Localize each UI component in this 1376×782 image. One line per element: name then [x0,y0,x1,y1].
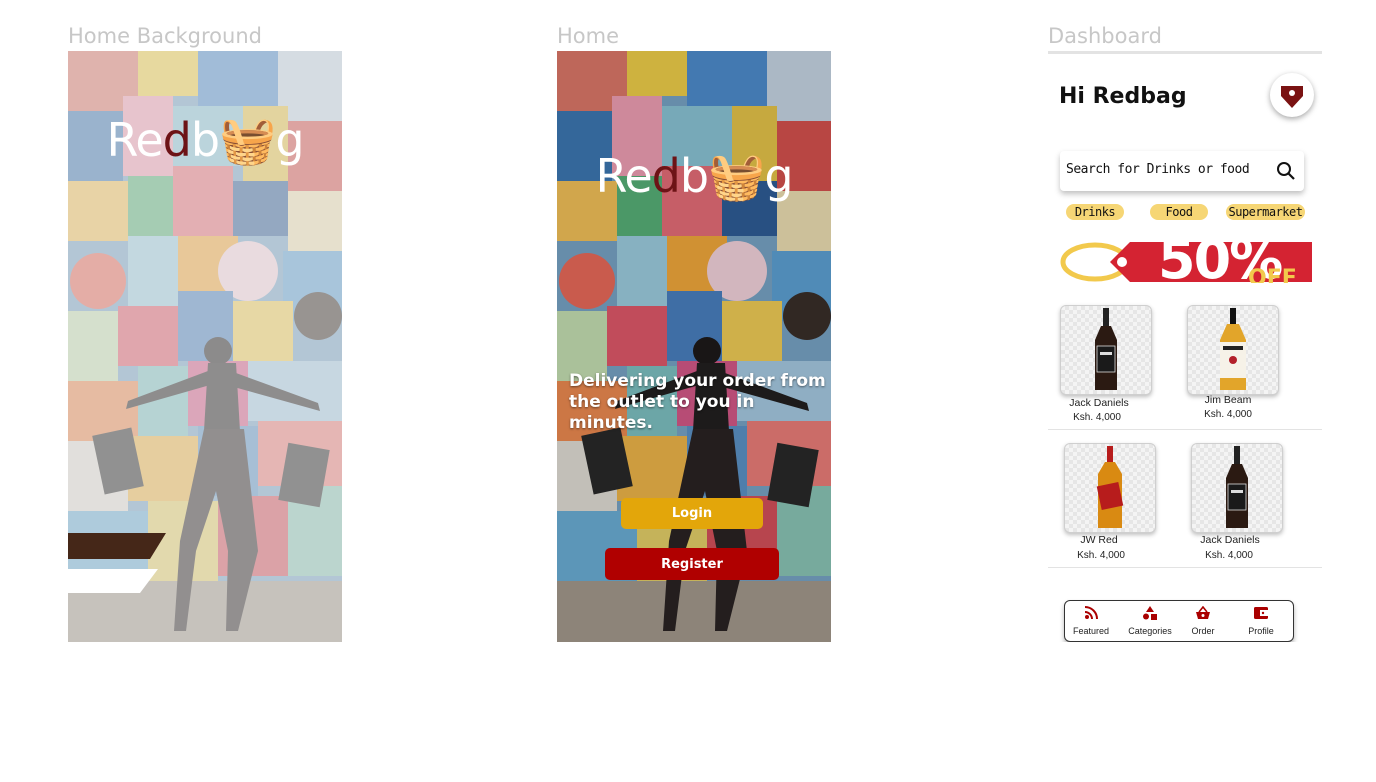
frame-title-home-background: Home Background [68,24,262,48]
shapes-icon [1143,606,1157,620]
tagline-line-2: the outlet to you in minutes. [569,392,755,433]
bottle-image [1095,308,1117,390]
nav-featured[interactable]: Featured [1066,606,1116,636]
nav-label: Featured [1072,626,1110,636]
login-button[interactable]: Login [621,498,763,529]
product-card-jim-beam[interactable] [1187,305,1279,395]
product-card-jw-red[interactable] [1064,443,1156,533]
tagline: Delivering your order from the outlet to… [569,371,831,434]
register-button[interactable]: Register [605,548,779,580]
basket-logo-icon: 🧺 [219,113,276,167]
category-chip-supermarket[interactable]: Supermarket [1226,204,1305,220]
product-price: Ksh. 4,000 [1204,409,1252,420]
product-name: Jack Daniels [1200,534,1260,546]
bottle-image [1226,446,1248,528]
product-card-jack-daniels[interactable] [1060,305,1152,395]
rss-icon [1084,606,1098,620]
product-price: Ksh. 4,000 [1073,412,1121,423]
basket-icon [1196,605,1210,619]
bottom-navigation: Featured Categories Order Profile [1064,600,1294,642]
nav-order[interactable]: Order [1178,605,1228,636]
greeting-heading: Hi Redbag [1059,84,1187,109]
search-bar[interactable]: Search for Drinks or food [1060,151,1304,191]
search-icon[interactable] [1276,161,1296,181]
frame-title-home: Home [557,24,620,48]
row-divider [1048,429,1322,430]
search-input[interactable]: Search for Drinks or food [1066,162,1250,177]
nav-categories[interactable]: Categories [1125,606,1175,636]
promo-banner[interactable]: 50% OFF [1060,240,1312,283]
category-chip-food[interactable]: Food [1150,204,1208,220]
redbag-logo: Redb🧺g [595,149,793,203]
nav-label: Profile [1248,626,1274,636]
product-name: Jim Beam [1204,394,1252,406]
bottle-image [1096,446,1124,528]
product-price: Ksh. 4,000 [1077,550,1125,561]
dashboard-frame: Hi Redbag Search for Drinks or food Drin… [1048,51,1322,642]
wallet-icon [1254,607,1268,619]
location-pin-button[interactable] [1270,73,1314,117]
product-price: Ksh. 4,000 [1205,550,1253,561]
nav-label: Categories [1128,626,1172,636]
bottle-image [1220,308,1246,390]
decorative-shapes [68,533,166,593]
banner-off: OFF [1248,266,1297,283]
category-chip-drinks[interactable]: Drinks [1066,204,1124,220]
basket-logo-icon: 🧺 [708,149,765,203]
home-background-frame: Redb🧺g [68,51,342,642]
product-name: JW Red [1080,534,1118,546]
row-divider [1048,567,1322,568]
home-frame: Redb🧺g Delivering your order from the ou… [557,51,831,642]
tagline-line-1: Delivering your order from [569,371,826,391]
product-card-jack-daniels-2[interactable] [1191,443,1283,533]
location-pin-icon [1281,86,1303,108]
product-name: Jack Daniels [1069,397,1129,409]
nav-label: Order [1191,626,1215,636]
nav-profile[interactable]: Profile [1236,606,1286,636]
redbag-logo: Redb🧺g [106,113,304,167]
frame-title-dashboard: Dashboard [1048,24,1162,48]
